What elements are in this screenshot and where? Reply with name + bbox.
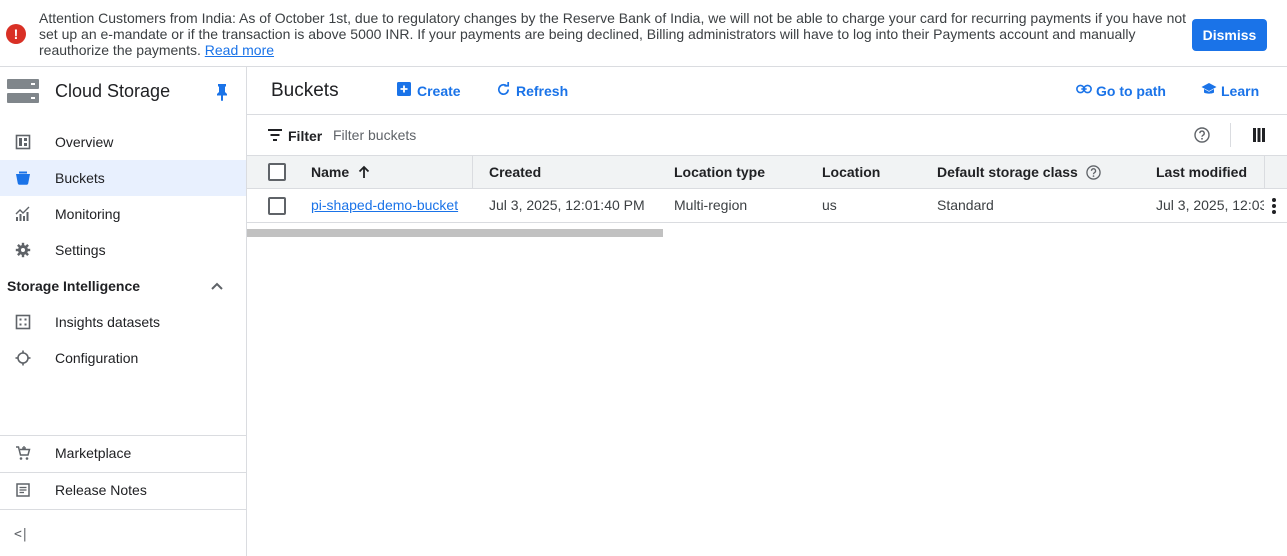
dashboard-icon — [15, 134, 31, 150]
row-checkbox[interactable] — [268, 197, 286, 215]
main-content: Buckets Create Refresh Go to path Learn … — [247, 67, 1287, 556]
gear-icon — [15, 242, 31, 258]
add-box-icon — [397, 82, 411, 96]
sidebar-divider — [0, 509, 246, 510]
bucket-link[interactable]: pi-shaped-demo-bucket — [311, 197, 458, 213]
product-title: Cloud Storage — [55, 81, 171, 101]
sidebar-item-label: Overview — [55, 134, 114, 150]
sidebar-item-configuration[interactable]: Configuration — [0, 340, 246, 376]
filter-label: Filter — [288, 128, 323, 144]
page-toolbar: Buckets Create Refresh Go to path Learn — [247, 67, 1287, 115]
sidebar-item-label: Marketplace — [55, 445, 132, 461]
read-more-link[interactable]: Read more — [205, 42, 274, 58]
column-header-name[interactable]: Name — [311, 156, 471, 188]
sidebar-item-label: Monitoring — [55, 206, 121, 222]
sidebar-item-label: Buckets — [55, 170, 105, 186]
last-modified-cell: Jul 3, 2025, 12:03 — [1156, 197, 1264, 213]
toolbar-separator — [1230, 123, 1231, 147]
column-header-last-modified[interactable]: Last modified — [1156, 156, 1264, 188]
filter-icon — [268, 129, 282, 141]
cart-icon — [16, 446, 31, 460]
select-all-checkbox[interactable] — [268, 163, 286, 181]
location-type-cell: Multi-region — [674, 197, 748, 213]
create-button[interactable]: Create — [397, 81, 467, 101]
help-icon[interactable] — [1086, 165, 1101, 180]
refresh-icon — [498, 82, 510, 95]
sidebar-item-monitoring[interactable]: Monitoring — [0, 196, 246, 232]
column-header-created[interactable]: Created — [489, 156, 659, 188]
grid-icon — [15, 314, 31, 330]
cloud-storage-icon — [7, 79, 39, 103]
link-icon — [1076, 84, 1092, 94]
bucket-icon — [16, 171, 30, 185]
refresh-label: Refresh — [516, 83, 569, 99]
create-label: Create — [417, 83, 461, 99]
go-to-path-label: Go to path — [1096, 83, 1166, 99]
filter-buckets-input[interactable] — [333, 124, 733, 146]
column-header-default-storage-class[interactable]: Default storage class — [937, 156, 1137, 188]
help-icon[interactable] — [1194, 127, 1210, 143]
column-separator — [1264, 156, 1265, 189]
sidebar: Cloud Storage Overview Buckets Monitorin… — [0, 67, 247, 556]
storage-class-cell: Standard — [937, 197, 994, 213]
sidebar-item-buckets[interactable]: Buckets — [0, 160, 246, 196]
page-title: Buckets — [271, 80, 339, 101]
dismiss-button[interactable]: Dismiss — [1192, 19, 1267, 51]
column-separator — [472, 156, 473, 189]
filter-bar: Filter — [247, 115, 1287, 156]
storage-intelligence-section-title[interactable]: Storage Intelligence — [7, 278, 140, 294]
learn-label: Learn — [1221, 83, 1260, 99]
location-cell: us — [822, 197, 837, 213]
sidebar-item-settings[interactable]: Settings — [0, 232, 246, 268]
collapse-sidebar-button[interactable]: <| — [14, 527, 29, 542]
sidebar-item-label: Insights datasets — [55, 314, 161, 330]
sidebar-item-insights-datasets[interactable]: Insights datasets — [0, 304, 246, 340]
table-row: pi-shaped-demo-bucket Jul 3, 2025, 12:01… — [247, 189, 1287, 223]
sidebar-header: Cloud Storage — [0, 67, 246, 115]
column-header-label: Name — [311, 164, 350, 180]
horizontal-scrollbar[interactable] — [247, 229, 663, 237]
column-header-label: Default storage class — [937, 164, 1078, 180]
sidebar-item-release-notes[interactable]: Release Notes — [0, 472, 246, 508]
column-header-location[interactable]: Location — [822, 156, 922, 188]
sidebar-item-marketplace[interactable]: Marketplace — [0, 435, 246, 471]
refresh-button[interactable]: Refresh — [496, 81, 572, 101]
monitoring-icon — [15, 206, 30, 221]
error-icon: ! — [6, 24, 26, 44]
column-display-icon[interactable] — [1253, 128, 1265, 142]
arrow-up-icon — [358, 165, 370, 178]
config-icon — [15, 350, 31, 366]
banner-message: Attention Customers from India: As of Oc… — [39, 10, 1189, 58]
sidebar-item-label: Settings — [55, 242, 106, 258]
school-icon — [1201, 83, 1217, 94]
table-header: Name Created Location type Location Defa… — [247, 156, 1287, 189]
bucket-name-cell: pi-shaped-demo-bucket — [311, 189, 471, 222]
column-header-location-type[interactable]: Location type — [674, 156, 814, 188]
billing-alert-banner: ! Attention Customers from India: As of … — [0, 0, 1287, 67]
pin-icon[interactable] — [214, 83, 230, 101]
sidebar-item-label: Configuration — [55, 350, 139, 366]
learn-button[interactable]: Learn — [1201, 81, 1263, 101]
go-to-path-button[interactable]: Go to path — [1076, 81, 1170, 101]
notes-icon — [16, 483, 30, 497]
more-vert-icon[interactable] — [1271, 198, 1277, 214]
sidebar-item-label: Release Notes — [55, 482, 147, 498]
chevron-up-icon[interactable] — [210, 279, 224, 293]
created-cell: Jul 3, 2025, 12:01:40 PM — [489, 197, 645, 213]
sidebar-item-overview[interactable]: Overview — [0, 124, 246, 160]
